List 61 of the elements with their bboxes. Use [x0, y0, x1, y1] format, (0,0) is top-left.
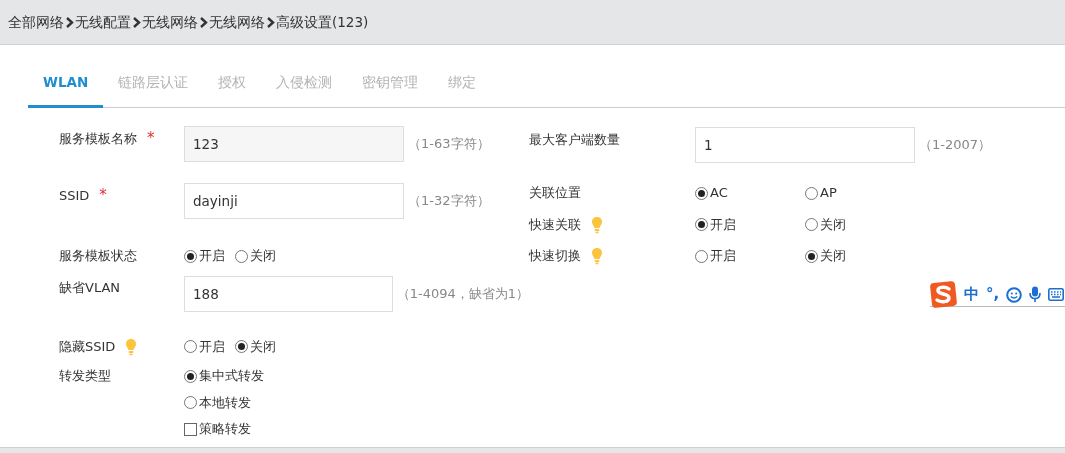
radio-button[interactable] [695, 186, 708, 200]
chevron-icon [132, 16, 141, 28]
radio-button[interactable] [184, 369, 197, 383]
chevron-icon [65, 16, 74, 28]
option-label[interactable]: 关闭 [250, 246, 276, 266]
option-label[interactable]: 开启 [710, 214, 736, 235]
input-field[interactable]: dayinji [184, 183, 404, 220]
microphone-icon[interactable] [1029, 286, 1042, 303]
field-label: 最大客户端数量 [529, 130, 620, 149]
punctuation-toggle[interactable]: °, [986, 287, 1000, 302]
smiley-icon[interactable] [1006, 286, 1023, 303]
hint-text: （1-4094，缺省为1） [396, 284, 529, 303]
field-label: SSID [59, 186, 90, 205]
option-label[interactable]: AC [710, 183, 728, 203]
option-label[interactable]: 策略转发 [199, 419, 251, 439]
field-label: 服务模板状态 [59, 247, 137, 266]
breadcrumb-item[interactable]: 无线网络 [209, 11, 265, 33]
field-label: 缺省VLAN [59, 279, 121, 297]
field-label: 快速切换 [529, 247, 581, 266]
radio-button[interactable] [184, 340, 197, 353]
option-label[interactable]: 开启 [199, 246, 225, 266]
option-label[interactable]: 关闭 [820, 246, 846, 266]
tab[interactable]: WLAN [28, 64, 104, 109]
radio-button[interactable] [235, 249, 248, 263]
logo-icon[interactable] [930, 281, 957, 308]
option-label[interactable]: 本地转发 [199, 392, 251, 413]
radio-button[interactable] [184, 249, 197, 263]
input-mode-toggle[interactable]: 中 [964, 287, 979, 302]
field-label: 关联位置 [529, 184, 581, 203]
hint-text: （1-32字符） [408, 192, 490, 211]
breadcrumb-item[interactable]: 无线配置 [75, 11, 131, 33]
radio-button[interactable] [805, 249, 818, 263]
chevron-icon [266, 16, 275, 28]
option-label[interactable]: 开启 [199, 336, 225, 357]
input-field[interactable]: 1 [695, 127, 915, 164]
breadcrumb-item: 高级设置(123) [276, 12, 369, 32]
keyboard-icon[interactable] [1048, 288, 1065, 301]
breadcrumb-item[interactable]: 无线网络 [142, 11, 198, 33]
radio-button[interactable] [695, 249, 708, 263]
chevron-icon [199, 16, 208, 28]
option-label[interactable]: AP [820, 183, 837, 203]
hint-text: （1-63字符） [408, 135, 490, 154]
radio-button[interactable] [184, 396, 197, 409]
option-label[interactable]: 开启 [710, 246, 736, 266]
field-label: 服务模板名称 [59, 129, 137, 148]
checkbox[interactable] [184, 422, 197, 436]
radio-button[interactable] [235, 340, 248, 353]
field-label: 快速关联 [529, 215, 581, 234]
hint-text: （1-2007） [919, 136, 992, 155]
field-label: 隐藏SSID [59, 337, 116, 356]
radio-button[interactable] [695, 218, 708, 231]
input-field[interactable]: 188 [184, 275, 393, 312]
radio-button[interactable] [805, 186, 818, 200]
breadcrumb-item[interactable]: 全部网络 [8, 11, 64, 33]
field-label: 转发类型 [59, 367, 111, 386]
required-asterisk: * [147, 128, 155, 149]
radio-button[interactable] [805, 218, 818, 231]
required-asterisk: * [99, 185, 107, 206]
option-label[interactable]: 集中式转发 [199, 366, 264, 386]
option-label[interactable]: 关闭 [250, 336, 276, 357]
option-label[interactable]: 关闭 [820, 214, 846, 235]
